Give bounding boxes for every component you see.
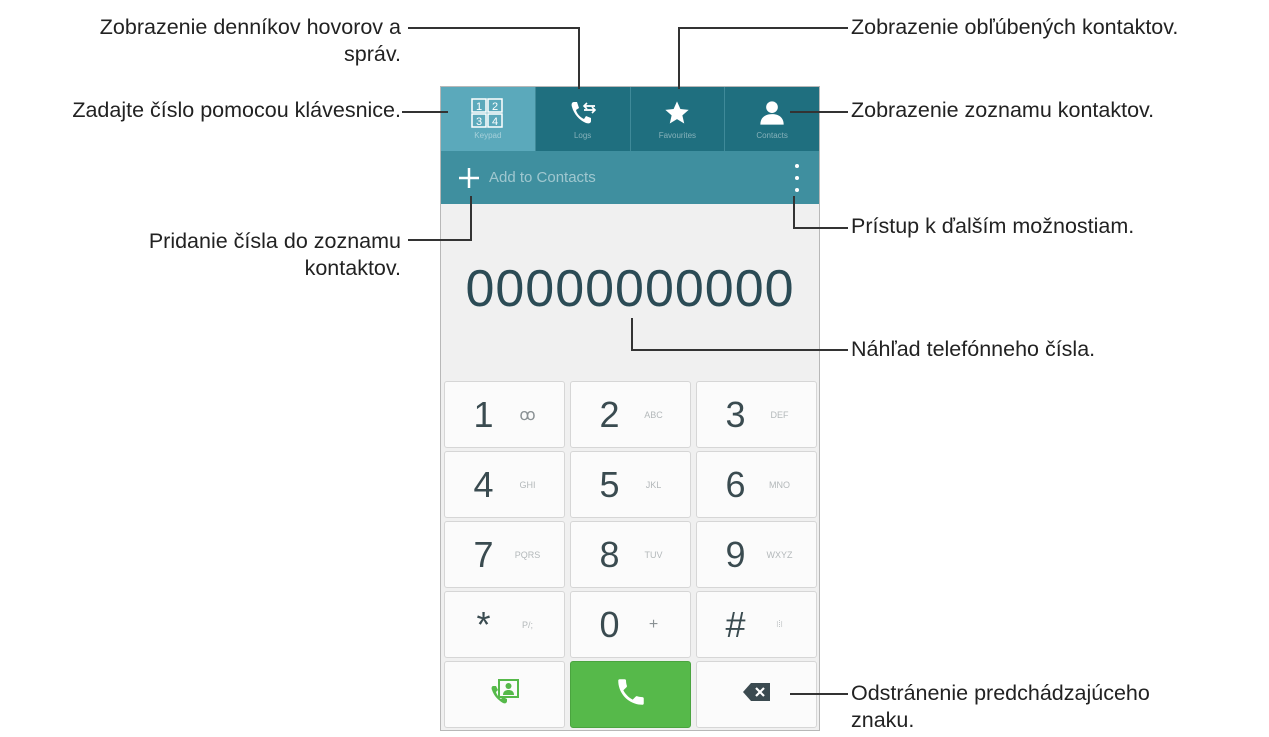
leader-line-add [408, 239, 472, 241]
person-icon [758, 98, 786, 128]
tab-contacts[interactable]: Contacts [725, 87, 819, 151]
key-2[interactable]: 2 ABC [570, 381, 691, 448]
backspace-icon [742, 682, 772, 707]
key-1[interactable]: 1ꝏ [444, 381, 565, 448]
annotation-preview: Náhľad telefónneho čísla. [851, 336, 1095, 363]
annotation-text: Zobrazenie obľúbených kontaktov. [851, 15, 1179, 39]
key-letters: WXYZ [766, 549, 793, 560]
key-6[interactable]: 6 MNO [696, 451, 817, 518]
leader-line-preview [631, 349, 848, 351]
leader-line-keypad [402, 111, 448, 113]
annotation-logs: Zobrazenie denníkov hovorov a správ. [100, 14, 401, 68]
add-to-contacts-label[interactable]: Add to Contacts [489, 169, 596, 186]
leader-line-favourites [678, 27, 680, 89]
key-digit: 9 [725, 533, 746, 575]
vibrate-icon: ⧘⦙⧙ [776, 619, 783, 629]
voicemail-icon: ꝏ [519, 406, 536, 424]
star-icon [663, 98, 691, 128]
key-digit: 4 [473, 463, 494, 505]
keypad-icon-digit: 3 [476, 116, 482, 128]
key-0[interactable]: 0 + [570, 591, 691, 658]
phone-number-preview: 00000000000 [465, 260, 795, 318]
key-4[interactable]: 4 GHI [444, 451, 565, 518]
key-letters: JKL [645, 479, 662, 490]
annotation-text: Prístup k ďalším možnostiam. [851, 214, 1135, 238]
key-7[interactable]: 7 PQRS [444, 521, 565, 588]
key-digit: 1 [473, 393, 494, 435]
annotation-more: Prístup k ďalším možnostiam. [851, 213, 1134, 240]
leader-line-logs [578, 27, 580, 89]
annotation-favourites: Zobrazenie obľúbených kontaktov. [851, 14, 1178, 41]
tab-logs[interactable]: Logs [536, 87, 631, 151]
key-digit: 2 [599, 393, 620, 435]
tab-label: Contacts [756, 131, 788, 140]
key-digit: 6 [725, 463, 746, 505]
key-star[interactable]: * P/; [444, 591, 565, 658]
leader-line-logs [408, 27, 580, 29]
key-digit: 3 [725, 393, 746, 435]
keypad-icon: 1 2 3 4 [471, 98, 505, 128]
keypad-icon-digit: 2 [492, 101, 498, 113]
contact-call-button[interactable] [444, 661, 565, 728]
key-hash[interactable]: # ⧘⦙⧙ [696, 591, 817, 658]
annotation-text: Náhľad telefónneho čísla. [851, 337, 1096, 361]
annotation-text: Zobrazenie zoznamu kontaktov. [851, 98, 1155, 122]
tab-label: Keypad [474, 131, 502, 140]
annotation-keypad: Zadajte číslo pomocou klávesnice. [72, 97, 401, 124]
more-vertical-icon[interactable] [787, 161, 807, 195]
key-digit: # [725, 603, 746, 645]
phone-screen: 1 2 3 4 Keypad Logs Favourites Contacts … [440, 86, 820, 731]
key-letters: MNO [769, 479, 790, 490]
annotation-text: správ. [344, 42, 401, 66]
leader-line-more [793, 227, 848, 229]
annotation-text: kontaktov. [304, 256, 401, 280]
plus-icon[interactable] [449, 151, 489, 204]
key-letters: P/; [521, 619, 533, 630]
key-digit: * [476, 603, 491, 645]
key-letters: TUV [644, 549, 663, 560]
leader-line-delete [790, 693, 848, 695]
call-button[interactable] [570, 661, 691, 728]
leader-line-favourites [678, 27, 848, 29]
annotation-add: Pridanie čísla do zoznamu kontaktov. [149, 228, 401, 282]
key-letters: + [648, 615, 659, 633]
leader-line-preview [631, 318, 633, 351]
annotation-text: Zadajte číslo pomocou klávesnice. [72, 98, 401, 122]
annotation-text: Odstránenie predchádzajúceho [851, 681, 1150, 705]
contact-call-icon [490, 678, 520, 711]
key-digit: 7 [473, 533, 494, 575]
leader-line-add [470, 196, 472, 241]
key-letters: ABC [644, 409, 663, 420]
tab-keypad[interactable]: 1 2 3 4 Keypad [441, 87, 536, 151]
tab-label: Favourites [658, 131, 697, 140]
key-3[interactable]: 3 DEF [696, 381, 817, 448]
tab-favourites[interactable]: Favourites [631, 87, 726, 151]
leader-line-contacts [790, 111, 848, 113]
leader-line-more [793, 196, 795, 229]
annotation-contacts: Zobrazenie zoznamu kontaktov. [851, 97, 1154, 124]
keypad-icon-digit: 1 [476, 101, 482, 113]
action-bar: Add to Contacts [441, 151, 819, 204]
key-letters: DEF [770, 409, 789, 420]
tab-bar: 1 2 3 4 Keypad Logs Favourites Contacts [441, 87, 819, 151]
key-5[interactable]: 5 JKL [570, 451, 691, 518]
call-log-icon [568, 98, 598, 128]
keypad-icon-digit: 4 [492, 116, 498, 128]
annotation-text: Zobrazenie denníkov hovorov a [99, 15, 401, 39]
key-letters: PQRS [514, 549, 541, 560]
key-digit: 0 [599, 603, 620, 645]
annotation-delete: Odstránenie predchádzajúceho znaku. [851, 680, 1150, 734]
annotation-text: znaku. [851, 708, 915, 732]
phone-icon [614, 675, 648, 714]
tab-label: Logs [573, 131, 592, 140]
key-digit: 5 [599, 463, 620, 505]
key-digit: 8 [599, 533, 620, 575]
key-8[interactable]: 8 TUV [570, 521, 691, 588]
key-9[interactable]: 9 WXYZ [696, 521, 817, 588]
key-letters: GHI [519, 479, 536, 490]
annotation-text: Pridanie čísla do zoznamu [148, 229, 401, 253]
